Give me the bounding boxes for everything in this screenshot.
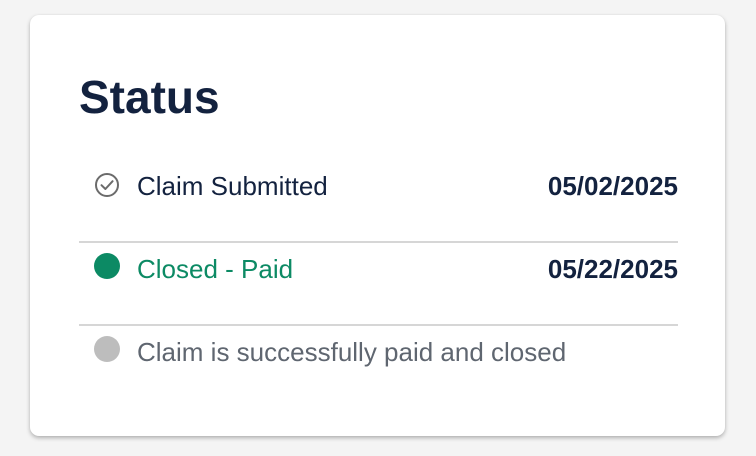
step-date: 05/02/2025 — [547, 171, 678, 201]
step-label: Claim is successfully paid and closed — [137, 337, 567, 367]
green-dot-icon — [94, 253, 120, 279]
status-timeline: Claim Submitted 05/02/2025 Closed - Paid… — [79, 160, 678, 407]
status-step-paid-and-closed: Claim is successfully paid and closed — [79, 326, 678, 407]
check-circle-icon — [94, 172, 120, 198]
status-step-closed-paid: Closed - Paid 05/22/2025 — [79, 243, 678, 326]
card-title: Status — [79, 71, 220, 123]
gray-dot-icon — [94, 336, 120, 362]
step-label: Claim Submitted — [137, 171, 328, 201]
status-card: Status Claim Submitted 05/02/2025 Closed… — [30, 15, 725, 436]
status-step-claim-submitted: Claim Submitted 05/02/2025 — [79, 160, 678, 243]
step-date: 05/22/2025 — [547, 254, 678, 284]
step-label: Closed - Paid — [137, 254, 294, 284]
